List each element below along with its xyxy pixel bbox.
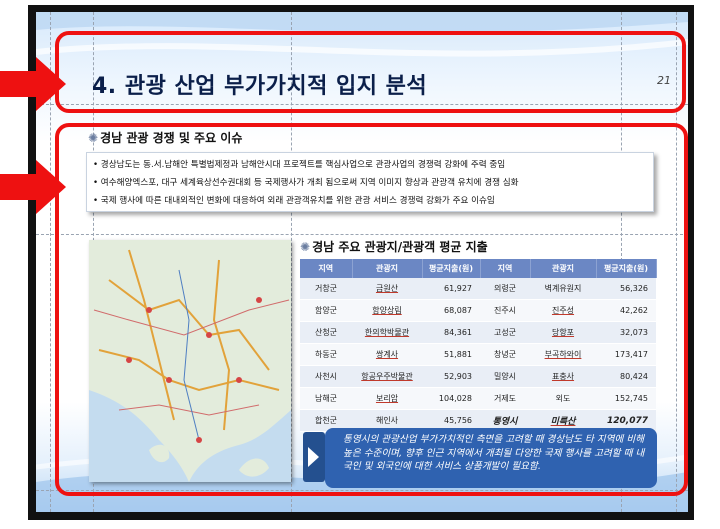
table-cell: 한의학박물관 [352,321,422,344]
column-header: 지역 [480,259,531,278]
table-cell: 함양군 [300,299,352,322]
column-header: 평균지출(원) [596,259,657,278]
table-cell: 사천시 [300,365,352,388]
table-cell: 42,262 [596,299,656,322]
table-cell: 당항포 [530,321,596,344]
table-cell: 쌍계사 [352,343,422,366]
table-cell: 금원산 [352,278,422,300]
table-cell: 의령군 [480,278,530,300]
section-heading-issues: ✺ 경남 관광 경쟁 및 주요 이슈 [88,131,243,145]
table-row: 함양군 함양상림 68,087 진주시 진주성 42,262 [300,299,656,322]
table-cell: 부곡하와이 [530,343,596,366]
table-cell: 진주성 [530,299,596,322]
table-cell: 173,417 [596,343,656,366]
table-cell: 밀양시 [480,365,530,388]
red-arrow-icon [0,57,66,111]
table-cell: 51,881 [422,343,480,366]
table-cell: 104,028 [422,387,480,410]
table-cell: 52,903 [422,365,480,388]
table-cell: 남해군 [300,387,352,410]
column-header: 지역 [300,259,353,278]
bullet-item: • 국제 행사에 따른 대내외적인 변화에 대응하여 외래 관광객유치를 위한 … [93,196,495,206]
bullet-item: • 경상남도는 동.서.남해안 특별법제정과 남해안시대 프로젝트를 핵심사업으… [93,160,506,170]
gear-bullet-icon: ✺ [88,131,99,145]
column-header: 평균지출(원) [422,259,481,278]
gear-bullet-icon: ✺ [300,240,311,254]
red-arrow-icon [0,160,66,214]
table-cell: 152,745 [596,387,656,410]
table-cell: 거창군 [300,278,352,300]
table-cell: 68,087 [422,299,480,322]
attractions-spending-table: 지역 관광지 평균지출(원) 지역 관광지 평균지출(원) 거창군 금원산 61… [300,259,657,432]
gyeongnam-map [89,240,291,482]
highlight-box-title [55,31,686,113]
table-row: 하동군 쌍계사 51,881 창녕군 부곡하와이 173,417 [300,343,656,366]
table-row: 산청군 한의학박물관 84,361 고성군 당항포 32,073 [300,321,656,344]
table-row: 남해군 보리암 104,028 거제도 외도 152,745 [300,387,656,410]
table-cell: 84,361 [422,321,480,344]
issues-bullet-box: • 경상남도는 동.서.남해안 특별법제정과 남해안시대 프로젝트를 핵심사업으… [86,152,654,212]
table-cell: 항공우주박물관 [352,365,422,388]
table-cell: 32,073 [596,321,656,344]
table-cell: 보리암 [352,387,422,410]
section-heading-spending: ✺ 경남 주요 관광지/관광객 평균 지출 [300,240,488,254]
table-cell: 56,326 [596,278,656,300]
table-cell: 하동군 [300,343,352,366]
column-header: 관광지 [352,259,423,278]
table-cell: 창녕군 [480,343,530,366]
table-header-row: 지역 관광지 평균지출(원) 지역 관광지 평균지출(원) [300,259,657,278]
table-row: 사천시 항공우주박물관 52,903 밀양시 표충사 80,424 [300,365,656,388]
table-cell: 함양상림 [352,299,422,322]
table-cell: 80,424 [596,365,656,388]
bullet-item: • 여수해양엑스포, 대구 세계육상선수권대회 등 국제행사가 개최 됨으로써 … [93,178,519,188]
table-row: 거창군 금원산 61,927 의령군 벽계유원지 56,326 [300,278,656,300]
table-cell: 산청군 [300,321,352,344]
table-cell: 고성군 [480,321,530,344]
column-header: 관광지 [530,259,597,278]
callout-arrow-icon [303,432,325,482]
table-cell: 외도 [530,387,596,410]
table-cell: 벽계유원지 [530,278,596,300]
table-cell: 거제도 [480,387,530,410]
callout-text: 통영시의 관광산업 부가가치적인 측면을 고려할 때 경상남도 타 지역에 비해… [343,434,645,472]
table-cell: 61,927 [422,278,480,300]
table-cell: 진주시 [480,299,530,322]
callout-box: 통영시의 관광산업 부가가치적인 측면을 고려할 때 경상남도 타 지역에 비해… [325,428,657,488]
table-cell: 표충사 [530,365,596,388]
